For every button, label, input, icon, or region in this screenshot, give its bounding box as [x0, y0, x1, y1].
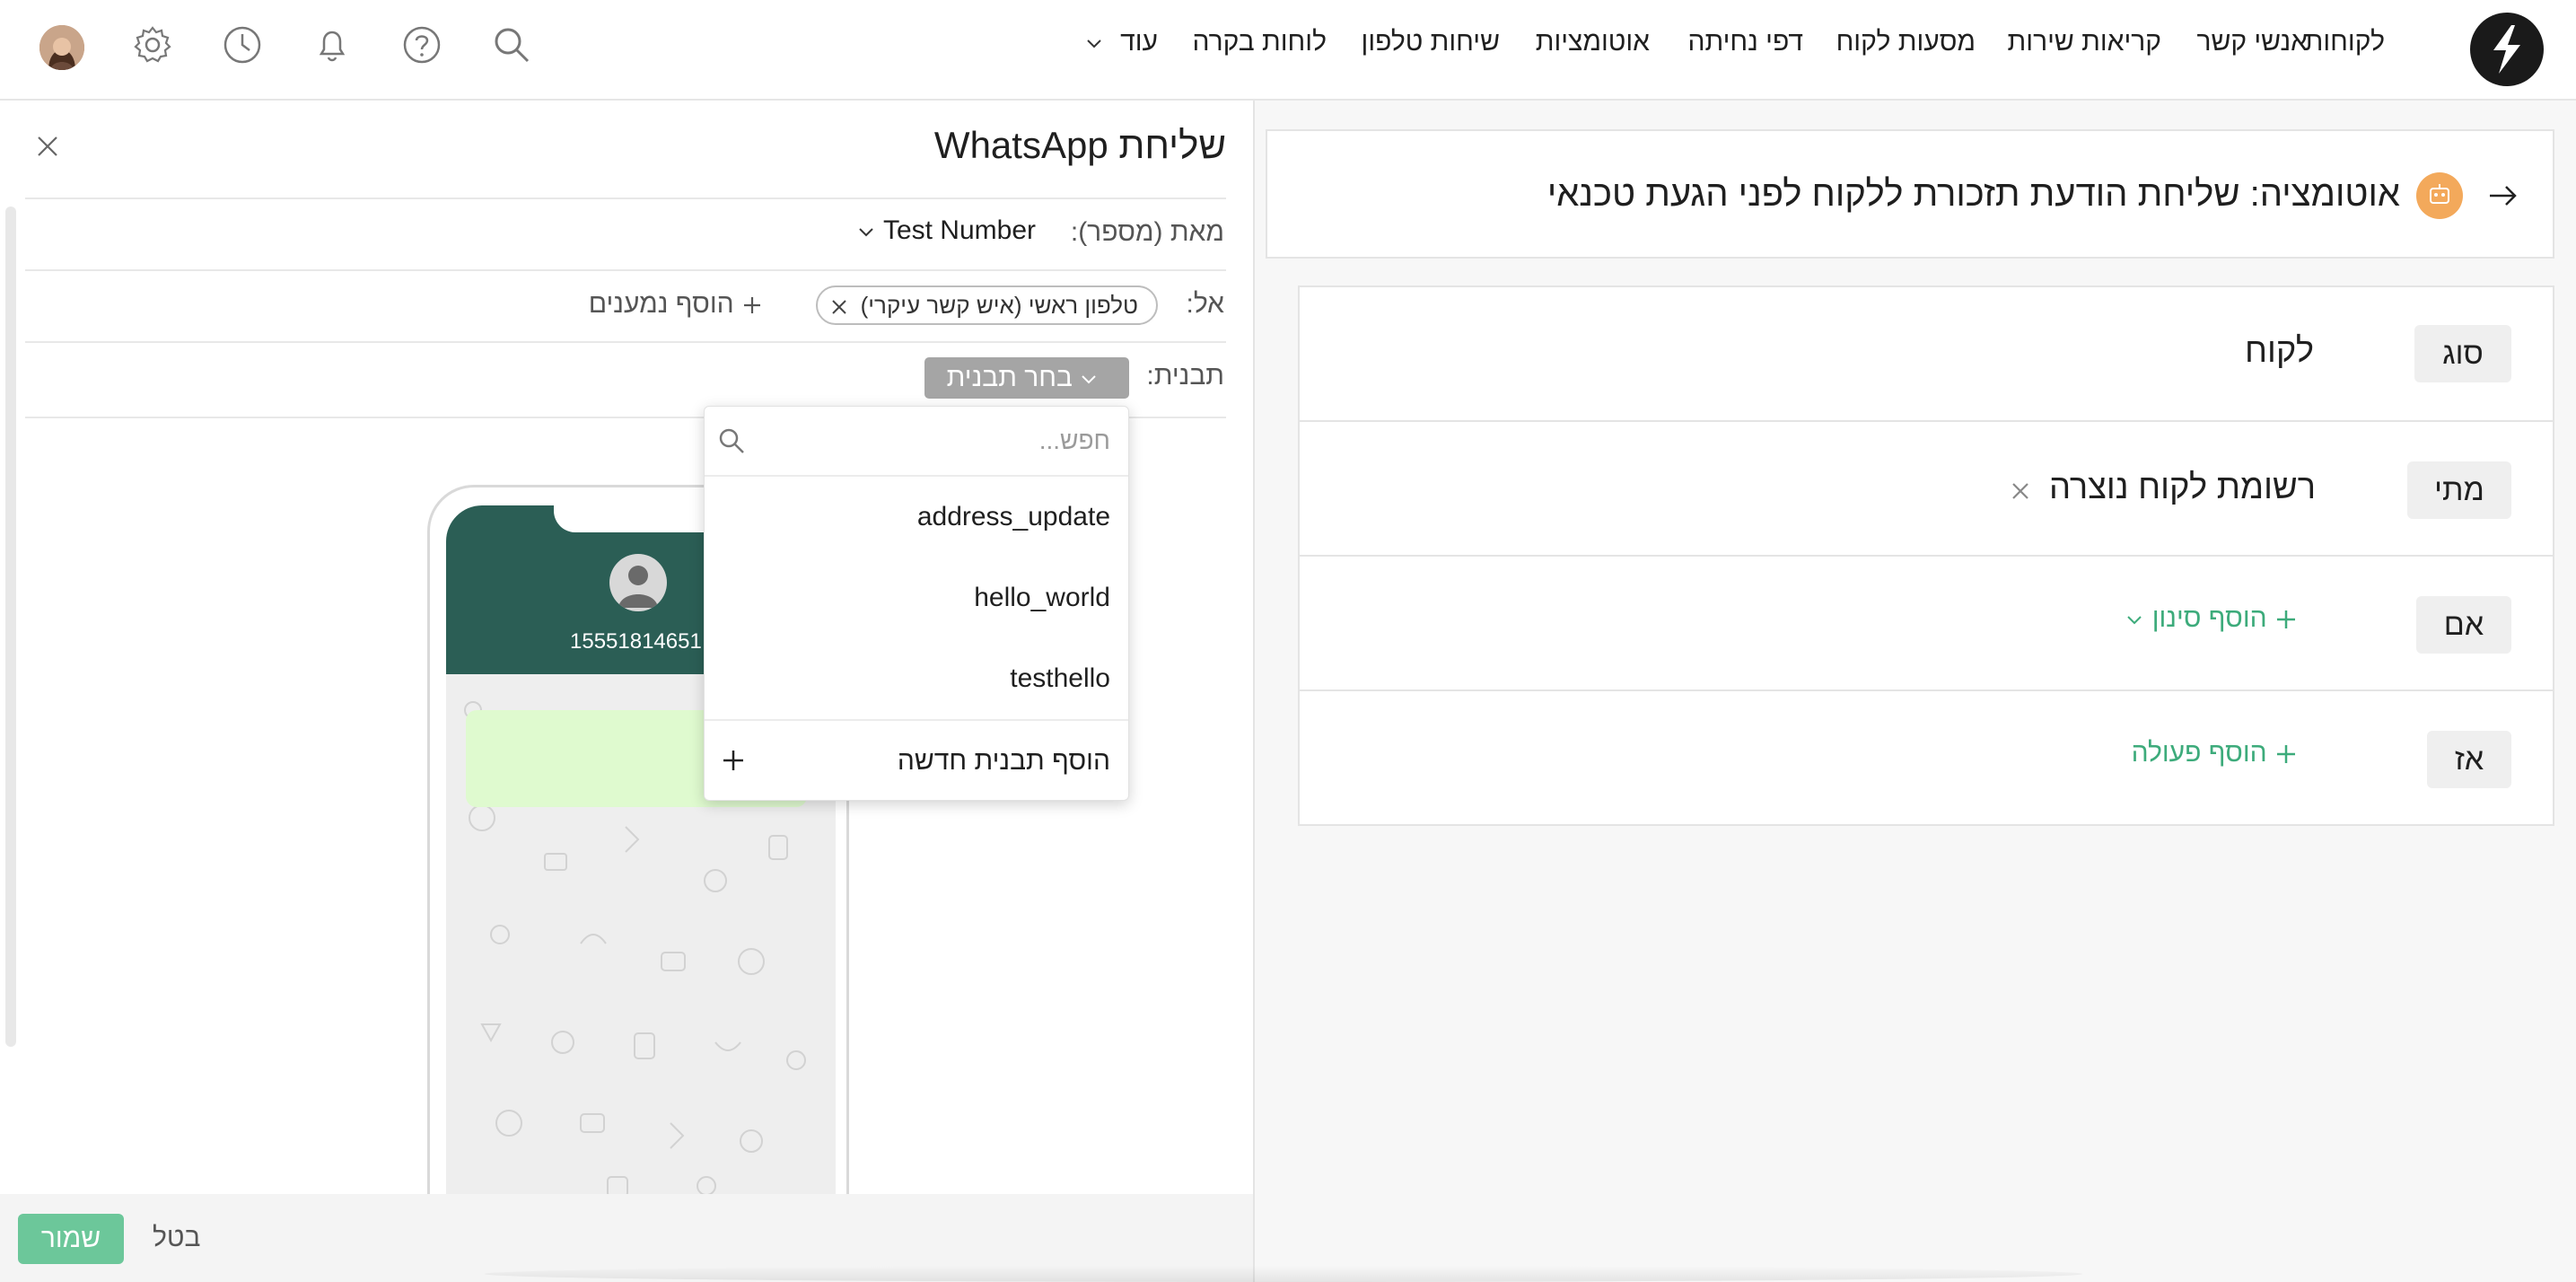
nav-item-customers[interactable]: לקוחות [2305, 27, 2385, 57]
cancel-button-label: בטל [153, 1223, 201, 1252]
add-action-button[interactable]: הוסף פעולה [2132, 738, 2305, 768]
nav-item-phone-calls[interactable]: שיחות טלפון [1362, 27, 1500, 57]
when-value[interactable]: רשומת לקוח נוצרה [2049, 469, 2316, 507]
person-icon [618, 566, 658, 608]
bolt-logo-icon [2493, 25, 2520, 74]
type-tag: סוג [2414, 325, 2511, 382]
remove-recipient-icon[interactable] [830, 298, 848, 316]
settings-gear-icon[interactable] [131, 23, 174, 66]
automation-header-card: אוטומציה: שליחת הודעת תזכורת ללקוח לפני … [1266, 129, 2554, 259]
template-option-hello-world[interactable]: hello_world [974, 583, 1110, 613]
save-button-label: שמור [40, 1224, 101, 1253]
search-icon [719, 428, 744, 453]
contact-avatar-icon [609, 554, 667, 611]
template-search-input[interactable]: חפש... [705, 407, 1128, 477]
app-logo[interactable] [2470, 13, 2544, 86]
add-recipients-button[interactable]: הוסף נמענים [589, 289, 770, 320]
when-tag: מתי [2407, 461, 2511, 519]
template-option-address-update[interactable]: address_update [917, 502, 1110, 532]
divider [25, 198, 1226, 199]
nav-item-contacts[interactable]: אנשי קשר [2196, 27, 2308, 57]
chevron-down-icon [859, 228, 873, 237]
user-photo-icon [39, 25, 84, 70]
nav-item-automations[interactable]: אוטומציות [1536, 27, 1650, 57]
bell-icon[interactable] [311, 23, 354, 66]
automation-icon [2416, 172, 2463, 219]
panel-scrollbar[interactable] [5, 206, 16, 1047]
plus-icon [2277, 610, 2295, 629]
help-icon[interactable] [400, 23, 443, 66]
chevron-down-icon [1087, 40, 1101, 48]
user-avatar[interactable] [39, 25, 84, 70]
more-label: עוד [1120, 27, 1158, 57]
to-label: אל: [1186, 289, 1224, 319]
from-number-select[interactable]: Test Number [844, 215, 1036, 246]
template-dropdown: חפש... address_update hello_world testhe… [704, 406, 1129, 801]
automation-title: אוטומציה: שליחת הודעת תזכורת ללקוח לפני … [1546, 174, 2400, 214]
divider [25, 341, 1226, 343]
if-tag: אם [2416, 596, 2511, 654]
recipient-chip[interactable]: טלפון ראשי (איש קשר עיקרי) [816, 285, 1158, 325]
add-recipients-label: הוסף נמענים [588, 289, 734, 319]
save-button[interactable]: שמור [18, 1214, 124, 1264]
contact-phone-number: 15551814651 [570, 629, 702, 654]
template-search-placeholder: חפש... [1038, 426, 1110, 454]
cancel-button[interactable]: בטל [153, 1223, 200, 1253]
choose-template-label: בחר תבנית [946, 363, 1073, 392]
add-filter-button[interactable]: הוסף סינון [2119, 603, 2305, 634]
type-row: סוג לקוח [1298, 285, 2554, 422]
remove-trigger-icon[interactable] [2009, 479, 2032, 503]
choose-template-button[interactable]: בחר תבנית [924, 357, 1129, 399]
plus-icon [723, 751, 743, 770]
back-arrow-icon[interactable] [2486, 180, 2519, 212]
nav-item-more[interactable]: עוד [1084, 27, 1158, 57]
nav-item-dashboards[interactable]: לוחות בקרה [1193, 27, 1327, 57]
then-tag: אז [2427, 731, 2511, 788]
when-row: מתי רשומת לקוח נוצרה [1298, 420, 2554, 557]
type-value[interactable]: לקוח [2245, 332, 2314, 371]
add-new-template-label: הוסף תבנית חדשה [897, 746, 1110, 776]
search-icon[interactable] [490, 23, 533, 66]
nav-item-landing-pages[interactable]: דפי נחיתה [1687, 27, 1803, 57]
from-label: מאת (מספר): [1070, 217, 1224, 247]
add-filter-label: הוסף סינון [2151, 603, 2267, 633]
automation-panel: אוטומציה: שליחת הודעת תזכורת ללקוח לפני … [1253, 101, 2576, 1282]
plus-icon [2277, 745, 2295, 764]
history-clock-icon[interactable] [221, 23, 264, 66]
chevron-down-icon [1082, 375, 1097, 384]
close-icon[interactable] [34, 133, 61, 160]
top-navigation-bar: לקוחות אנשי קשר קריאות שירות מסעות לקוח … [0, 0, 2576, 101]
whatsapp-title: שליחת WhatsApp [933, 124, 1226, 166]
template-label: תבנית: [1146, 361, 1224, 391]
from-number-value: Test Number [882, 215, 1036, 245]
then-row: אז הוסף פעולה [1298, 689, 2554, 826]
nav-item-service-calls[interactable]: קריאות שירות [2008, 27, 2161, 57]
bottom-shadow [485, 1266, 2082, 1282]
template-option-testhello[interactable]: testhello [1010, 663, 1110, 694]
divider [25, 269, 1226, 271]
robot-icon [2430, 184, 2449, 204]
filter-chevron-down-icon [2127, 616, 2142, 625]
add-action-label: הוסף פעולה [2131, 738, 2267, 768]
nav-item-customer-journeys[interactable]: מסעות לקוח [1836, 27, 1976, 57]
if-row: אם הוסף סינון [1298, 555, 2554, 691]
plus-icon [744, 297, 760, 314]
recipient-chip-label: טלפון ראשי (איש קשר עיקרי) [860, 292, 1138, 319]
add-new-template-button[interactable]: הוסף תבנית חדשה [705, 721, 1128, 800]
